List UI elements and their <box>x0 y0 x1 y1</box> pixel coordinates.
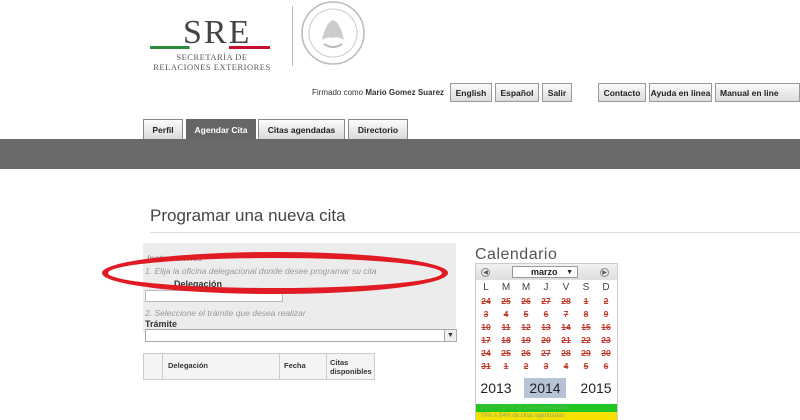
results-table-header: Delegación Fecha Citas disponibles <box>143 353 375 380</box>
logo-tricolor <box>150 46 270 49</box>
calendar-day[interactable]: 28 <box>557 296 575 306</box>
logo-subtitle-line1: SECRETARÍA DE <box>176 52 248 62</box>
th-citas-disponibles: Citas disponibles <box>330 358 372 376</box>
chevron-down-icon[interactable]: ▼ <box>444 330 456 341</box>
weekday-header: M <box>521 282 531 293</box>
calendar-day[interactable]: 6 <box>597 361 615 371</box>
chevron-down-icon: ▼ <box>566 268 573 276</box>
calendar-day[interactable]: 19 <box>517 335 535 345</box>
eagle-seal-icon <box>301 1 365 65</box>
calendar-day[interactable]: 25 <box>497 296 515 306</box>
calendar-day[interactable]: 3 <box>537 361 555 371</box>
tab-citas-agendadas[interactable]: Citas agendadas <box>258 119 345 139</box>
calendar-day[interactable]: 17 <box>477 335 495 345</box>
calendar-day[interactable]: 27 <box>537 296 555 306</box>
ayuda-button[interactable]: Ayuda en linea <box>649 83 712 102</box>
calendar-day[interactable]: 28 <box>557 348 575 358</box>
signed-in-text: Firmado como Mario Gomez Suarez <box>312 88 444 97</box>
calendar-day[interactable]: 1 <box>577 296 595 306</box>
year-2015[interactable]: 2015 <box>576 378 616 398</box>
tramite-label: Trámite <box>145 319 178 329</box>
calendar-day[interactable]: 13 <box>537 322 555 332</box>
nav-bar <box>0 139 800 169</box>
table-col-sep <box>279 354 280 379</box>
calendar-day[interactable]: 4 <box>497 309 515 319</box>
calendar-day[interactable]: 18 <box>497 335 515 345</box>
legend-item-high: 100% o 80% de citas agendadas <box>476 404 617 412</box>
th-delegacion: Delegación <box>168 361 209 370</box>
calendar-day[interactable]: 14 <box>557 322 575 332</box>
page-title: Programar una nueva cita <box>150 206 346 225</box>
calendar-day[interactable]: 16 <box>597 322 615 332</box>
calendar-day[interactable]: 22 <box>577 335 595 345</box>
prev-month-icon[interactable]: ◀ <box>481 268 490 277</box>
calendar-day[interactable]: 11 <box>497 322 515 332</box>
signed-prefix: Firmado como <box>312 88 364 97</box>
calendar-day[interactable]: 9 <box>597 309 615 319</box>
calendar-day[interactable]: 26 <box>517 296 535 306</box>
calendar-day[interactable]: 12 <box>517 322 535 332</box>
annotation-oval <box>102 252 448 294</box>
legend-item-mid: 79% a 84% de citas agendadas <box>476 412 617 420</box>
weekday-header: L <box>483 282 489 293</box>
month-value: marzo <box>531 267 558 277</box>
contacto-button[interactable]: Contacto <box>598 83 646 102</box>
calendar-day[interactable]: 23 <box>597 335 615 345</box>
calendar-day[interactable]: 2 <box>517 361 535 371</box>
year-2013[interactable]: 2013 <box>476 378 516 398</box>
weekday-header: J <box>543 282 549 293</box>
calendar-day[interactable]: 3 <box>477 309 495 319</box>
calendar-day[interactable]: 26 <box>517 348 535 358</box>
year-2014[interactable]: 2014 <box>524 378 566 398</box>
signed-user-name: Mario Gomez Suarez <box>365 88 445 97</box>
month-select[interactable]: marzo ▼ <box>512 266 578 278</box>
espanol-button[interactable]: Español <box>495 83 539 102</box>
calendar-day[interactable]: 10 <box>477 322 495 332</box>
calendar-day[interactable]: 6 <box>537 309 555 319</box>
calendar-title: Calendario <box>475 246 558 263</box>
english-button[interactable]: English <box>450 83 492 102</box>
logo-subtitle: SECRETARÍA DE RELACIONES EXTERIORES <box>152 52 272 72</box>
table-col-sep <box>162 354 163 379</box>
logo-subtitle-line2: RELACIONES EXTERIORES <box>153 62 271 72</box>
calendar-day[interactable]: 2 <box>597 296 615 306</box>
calendar-legend: 100% o 80% de citas agendadas 79% a 84% … <box>476 404 617 420</box>
tab-perfil[interactable]: Perfil <box>143 119 183 139</box>
manual-button[interactable]: Manual en line <box>715 83 800 102</box>
calendar-day[interactable]: 1 <box>497 361 515 371</box>
calendar-day[interactable]: 15 <box>577 322 595 332</box>
calendar-day[interactable]: 24 <box>477 348 495 358</box>
table-col-sep <box>326 354 327 379</box>
calendar-day[interactable]: 4 <box>557 361 575 371</box>
calendar-day[interactable]: 24 <box>477 296 495 306</box>
tab-agendar-cita[interactable]: Agendar Cita <box>186 119 256 139</box>
next-month-icon[interactable]: ▶ <box>600 268 609 277</box>
calendar-day[interactable]: 5 <box>577 361 595 371</box>
calendar-day[interactable]: 8 <box>577 309 595 319</box>
title-divider <box>150 232 800 233</box>
calendar-day[interactable]: 5 <box>517 309 535 319</box>
weekday-header: D <box>602 282 610 293</box>
th-fecha: Fecha <box>284 361 306 370</box>
calendar-day[interactable]: 20 <box>537 335 555 345</box>
weekday-header: S <box>582 282 590 293</box>
calendar-day[interactable]: 7 <box>557 309 575 319</box>
tab-directorio[interactable]: Directorio <box>348 119 408 139</box>
calendar-day[interactable]: 31 <box>477 361 495 371</box>
logo-divider <box>292 6 293 66</box>
calendar-day[interactable]: 29 <box>577 348 595 358</box>
salir-button[interactable]: Salir <box>542 83 572 102</box>
calendar-day[interactable]: 27 <box>537 348 555 358</box>
calendar-day[interactable]: 30 <box>597 348 615 358</box>
weekday-header: M <box>501 282 511 293</box>
calendar-day[interactable]: 21 <box>557 335 575 345</box>
weekday-header: V <box>562 282 570 293</box>
step2-text: 2. Seleccione el trámite que desea reali… <box>145 308 306 318</box>
calendar-day[interactable]: 25 <box>497 348 515 358</box>
tramite-select[interactable]: ▼ <box>145 329 457 342</box>
